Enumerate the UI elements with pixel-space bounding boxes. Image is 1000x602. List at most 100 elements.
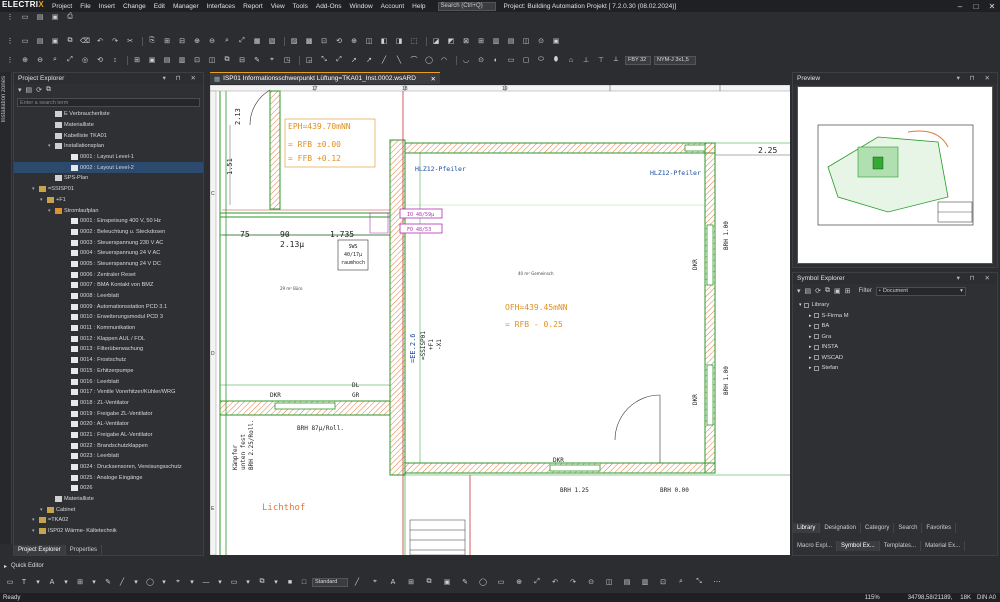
tree-item[interactable]: ▾ +F1 [14,195,203,206]
drawing-tool-icon[interactable]: ⋮ [4,55,16,65]
format-tool-icon[interactable]: ▾ [270,577,282,587]
style-select[interactable]: Standard [312,577,348,587]
close-button[interactable]: ✕ [984,2,1000,11]
format-tool-icon[interactable]: ▣ [441,577,453,587]
collapse-icon[interactable]: ▾ [18,86,22,94]
drawing-tool-icon[interactable]: ⊤ [595,55,607,65]
search-input[interactable]: Search (Ctrl+Q) [437,1,496,11]
menu-addons[interactable]: Add-Ons [312,3,346,10]
expand-toggle-icon[interactable]: ▸ [809,313,812,319]
drawing-tool-icon[interactable]: ▥ [176,55,188,65]
toolbar-tool-icon[interactable]: ▩ [303,36,315,46]
format-tool-icon[interactable]: ✎ [102,577,114,587]
tree-item[interactable]: 0009 : Automationsstation PCD 3.1 [14,301,203,312]
filter-select[interactable]: ▪ Document ▾ [875,286,966,296]
format-tool-icon[interactable]: ⧉ [256,577,268,587]
tab-category[interactable]: Category [861,523,895,533]
toolbar-tool-icon[interactable]: ▦ [251,36,263,46]
toolbar-tool-icon[interactable]: ▧ [266,36,278,46]
drawing-tool-icon[interactable]: ⌖ [266,55,278,65]
tab-explorer-switch[interactable]: Templates... [880,541,922,551]
format-tool-icon[interactable]: ▾ [158,577,170,587]
tree-item[interactable]: 0004 : Steuerspannung 24 V AC [14,248,203,259]
tree-item[interactable]: 0020 : AL-Ventilator [14,419,203,430]
symbol-library-item[interactable]: ▸ Stefan [797,363,993,374]
tree-item[interactable]: 0022 : Brandschutzklappen [14,440,203,451]
tab-properties[interactable]: Properties [66,545,103,555]
toolbar-tool-icon[interactable]: ⊕ [191,36,203,46]
toolbar-tool-icon[interactable]: ↷ [109,36,121,46]
tree-item[interactable]: ▾ Installationsplan [14,141,203,152]
tree-item[interactable]: 0015 : Erhitzerpumpe [14,366,203,377]
format-tool-icon[interactable]: ▾ [60,577,72,587]
format-tool-icon[interactable]: ⌖ [369,577,381,587]
format-tool-icon[interactable]: A [387,577,399,587]
format-tool-icon[interactable]: ▾ [214,577,226,587]
format-tool-icon[interactable]: ▾ [88,577,100,587]
tree-item[interactable]: 0026 [14,483,203,494]
expand-toggle-icon[interactable]: ▾ [48,208,54,214]
drawing-tool-icon[interactable]: ✎ [251,55,263,65]
tree-item[interactable]: ▾ Cabinet [14,504,203,515]
toolbar-tool-icon[interactable]: ▭ [19,36,31,46]
tree-item[interactable]: 0002 : Beleuchtung u. Steckdosen [14,227,203,238]
toolbar-tool-icon[interactable]: ⊕ [348,36,360,46]
symbol-library-item[interactable]: ▾ Library [797,300,993,311]
toolbar-tool-icon[interactable]: ⊙ [535,36,547,46]
installation-zones-strip[interactable]: Installation zones [0,72,12,544]
toolbar-tool-icon[interactable]: ⟲ [333,36,345,46]
drawing-tool-icon[interactable]: ⊖ [34,55,46,65]
tree-item[interactable]: 0010 : Erweiterungsmodul PCD 3 [14,312,203,323]
print-icon[interactable]: ⎙ [64,12,76,22]
tab-explorer-switch[interactable]: Macro Expl... [793,541,838,551]
menu-account[interactable]: Account [377,3,409,10]
tree-item[interactable]: 0002 : Layout Level-2 [14,162,203,174]
menu-view[interactable]: View [267,3,289,10]
cable-spec-select[interactable]: NYM-J 3x1,5 [654,55,696,65]
format-tool-icon[interactable]: ⊞ [405,577,417,587]
symbol-library-item[interactable]: ▸ BA [797,321,993,332]
tree-item[interactable]: 0025 : Analoge Eingänge [14,472,203,483]
drawing-tool-icon[interactable]: ╱ [378,55,390,65]
drawing-tool-icon[interactable]: ➚ [348,55,360,65]
tree-icon[interactable]: ⊞ [845,287,851,295]
tree-item[interactable]: 0006 : Zentraler Reset [14,269,203,280]
toolbar-tool-icon[interactable]: ⤢ [236,36,248,46]
format-tool-icon[interactable]: ╱ [351,577,363,587]
toolbar-tool-icon[interactable]: ▨ [288,36,300,46]
toolbar-tool-icon[interactable]: ◫ [520,36,532,46]
format-tool-icon[interactable]: ↷ [567,577,579,587]
drawing-tool-icon[interactable]: ⊟ [236,55,248,65]
symbol-library-item[interactable]: ▸ Gra [797,332,993,343]
drawing-tool-icon[interactable]: ⧉ [221,55,233,65]
expand-toggle-icon[interactable]: ▾ [40,197,46,203]
format-tool-icon[interactable]: A [46,577,58,587]
format-tool-icon[interactable]: ⌖ [172,577,184,587]
cable-type-select[interactable]: FBY 32 [625,55,651,65]
drawing-tool-icon[interactable]: ◯ [423,55,435,65]
save-icon[interactable]: ▣ [49,12,61,22]
panel-controls[interactable]: ▾ ⊓ ✕ [957,74,994,82]
tab-designation[interactable]: Designation [820,523,862,533]
format-tool-icon[interactable]: ⌕ [675,577,687,587]
drawing-tool-icon[interactable]: ⊥ [580,55,592,65]
tree-item[interactable]: ▾ =TKA02 [14,515,203,526]
copy-icon[interactable]: ⧉ [46,86,51,94]
format-tool-icon[interactable]: ⊕ [513,577,525,587]
expand-toggle-icon[interactable]: ▾ [799,302,802,308]
toolbar-tool-icon[interactable]: ◧ [378,36,390,46]
tree-item[interactable]: 0023 : Leerblatt [14,451,203,462]
drawing-tool-icon[interactable]: ⌕ [49,55,61,65]
toolbar-tool-icon[interactable]: ◫ [363,36,375,46]
drawing-canvas[interactable]: 17 18 19 C D E EPH=439.70mNN = RFB ±0.00… [210,85,790,555]
maximize-button[interactable]: □ [968,2,984,11]
tree-item[interactable]: 0017 : Ventile Vorerhitzer/Kühler/WRG [14,387,203,398]
tree-item[interactable]: 0018 : ZL-Ventilator [14,398,203,409]
toolbar-tool-icon[interactable]: ▣ [550,36,562,46]
toolbar-tool-icon[interactable]: ↶ [94,36,106,46]
zoom-level[interactable]: 115% [865,595,880,601]
toolbar-tool-icon[interactable]: ⊞ [161,36,173,46]
expand-toggle-icon[interactable]: ▾ [32,186,38,192]
tab-search[interactable]: Search [894,523,923,533]
toolbar-tool-icon[interactable]: ⊟ [176,36,188,46]
